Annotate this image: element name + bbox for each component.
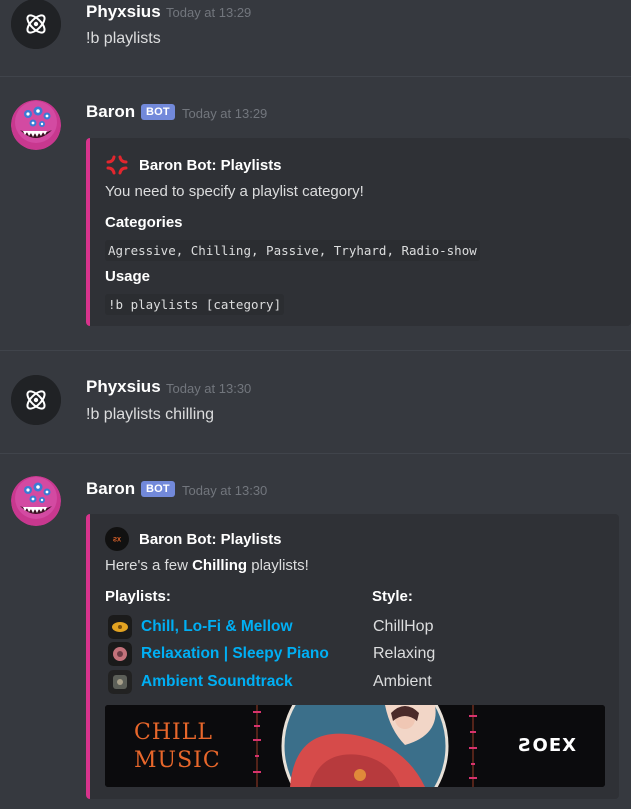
- banner-line: MUSIC: [134, 748, 221, 773]
- embed-description: Here's a few Chilling playlists!: [105, 557, 309, 574]
- bot-badge: BOT: [141, 104, 175, 120]
- playlist-style: Ambient: [373, 673, 432, 690]
- divider: [0, 453, 631, 454]
- svg-text:ƧX: ƧX: [113, 538, 121, 544]
- playlist-item: Relaxation | Sleepy Piano: [108, 642, 329, 666]
- avatar[interactable]: [11, 375, 61, 425]
- playlist-cover-icon: [108, 642, 132, 666]
- banner-line: CHILL: [134, 720, 213, 745]
- avatar[interactable]: [11, 476, 61, 526]
- bot-badge: BOT: [141, 481, 175, 497]
- monster-avatar-icon: [11, 476, 61, 526]
- divider: [0, 76, 631, 77]
- inline-code: Agressive, Chilling, Passive, Tryhard, R…: [105, 240, 480, 261]
- embed-image[interactable]: CHILL MUSIC ƧOEX: [105, 705, 605, 787]
- message-text: !b playlists: [86, 30, 161, 47]
- playlist-cover-icon: [108, 615, 132, 639]
- playlist-link[interactable]: Relaxation | Sleepy Piano: [141, 645, 329, 663]
- banner-title: CHILL MUSIC: [134, 719, 221, 775]
- description-text: playlists!: [247, 557, 309, 574]
- field-name: Categories: [105, 214, 183, 231]
- embed-author: ƧX Baron Bot: Playlists: [105, 527, 282, 551]
- inline-code: !b playlists [category]: [105, 294, 285, 315]
- timestamp: Today at 13:29: [182, 106, 268, 121]
- playlist-link[interactable]: Ambient Soundtrack: [141, 673, 293, 691]
- banner-brand: ƧOEX: [518, 735, 577, 756]
- playlist-item: Ambient Soundtrack: [108, 670, 293, 694]
- embed: ƧX Baron Bot: Playlists Here's a few Chi…: [86, 514, 619, 799]
- username[interactable]: Baron: [86, 479, 135, 499]
- anger-icon: [106, 155, 128, 175]
- message-text: !b playlists chilling: [86, 406, 215, 423]
- playlist-style: ChillHop: [373, 618, 434, 635]
- timestamp: Today at 13:30: [182, 483, 268, 498]
- timestamp: Today at 13:30: [166, 381, 252, 396]
- playlist-style: Relaxing: [373, 645, 436, 662]
- avatar[interactable]: [11, 0, 61, 49]
- embed-author-name: Baron Bot: Playlists: [139, 156, 282, 174]
- atom-icon: [11, 375, 61, 425]
- playlists-header: Playlists:: [105, 588, 171, 605]
- avatar[interactable]: [11, 100, 61, 150]
- username[interactable]: Phyxsius: [86, 2, 161, 22]
- playlist-link[interactable]: Chill, Lo-Fi & Mellow: [141, 618, 293, 636]
- embed-description: You need to specify a playlist category!: [105, 183, 364, 200]
- description-bold: Chilling: [192, 557, 248, 574]
- embed: Baron Bot: Playlists You need to specify…: [86, 138, 631, 326]
- embed-author: Baron Bot: Playlists: [105, 153, 282, 177]
- monster-avatar-icon: [11, 100, 61, 150]
- description-text: Here's a few: [105, 557, 193, 574]
- field-name: Usage: [105, 268, 151, 285]
- username[interactable]: Baron: [86, 102, 135, 122]
- timestamp: Today at 13:29: [166, 5, 252, 20]
- divider: [0, 350, 631, 351]
- style-header: Style:: [372, 588, 413, 605]
- playlist-item: Chill, Lo-Fi & Mellow: [108, 615, 293, 639]
- logo-icon: ƧX: [105, 527, 129, 551]
- embed-author-name: Baron Bot: Playlists: [139, 530, 282, 548]
- username[interactable]: Phyxsius: [86, 377, 161, 397]
- playlist-cover-icon: [108, 670, 132, 694]
- atom-icon: [11, 0, 61, 49]
